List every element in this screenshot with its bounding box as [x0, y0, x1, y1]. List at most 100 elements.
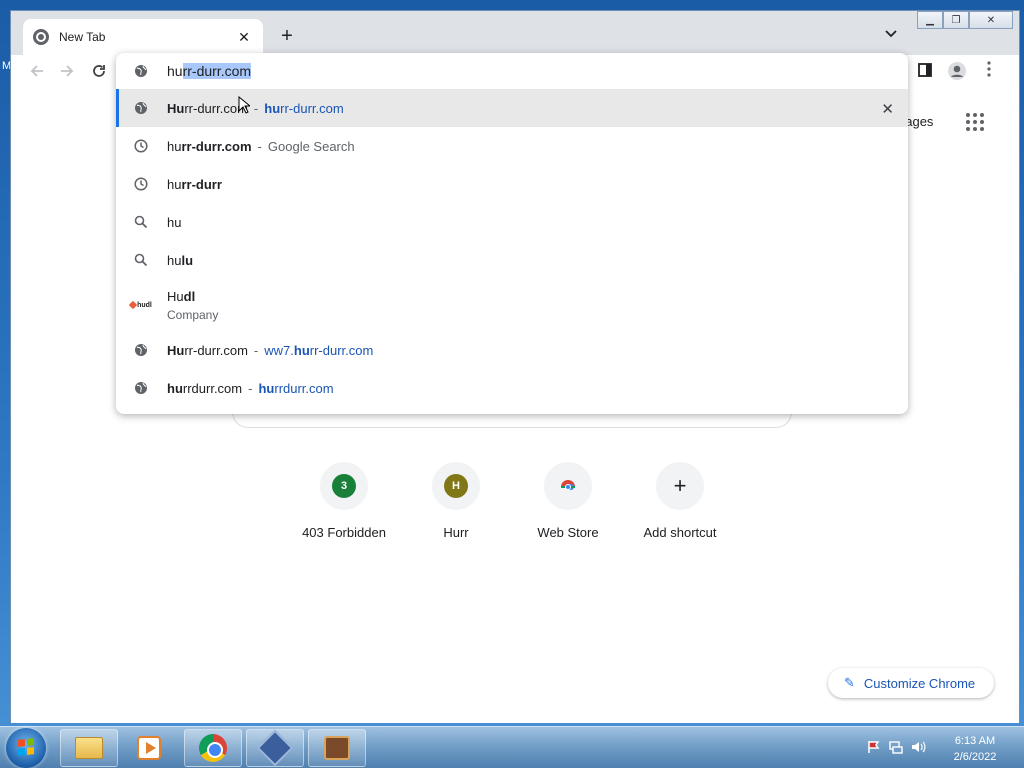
- omnibox-suggestion[interactable]: hulu: [116, 241, 908, 279]
- new-tab-button[interactable]: +: [275, 25, 299, 49]
- separator: -: [253, 342, 259, 358]
- separator: -: [253, 100, 259, 116]
- suggestion-text: hurr-durr.com - Google Search: [167, 139, 355, 154]
- apps-grid-icon[interactable]: [966, 113, 984, 131]
- suggestion-title: hurr-durr.com - Google Search: [167, 139, 355, 154]
- omnibox-suggestion[interactable]: hudl Hudl Company: [116, 279, 908, 331]
- omnibox-suggestion[interactable]: hurr-durr: [116, 165, 908, 203]
- start-button[interactable]: [6, 728, 46, 768]
- suggestion-text: Hurr-durr.com - ww7.hurr-durr.com: [167, 343, 373, 358]
- add-shortcut-plus-icon: +: [673, 473, 687, 498]
- taskbar-clock[interactable]: 6:13 AM 2/6/2022: [940, 733, 1010, 765]
- customize-chrome-button[interactable]: ✎ Customize Chrome: [828, 668, 994, 698]
- window-controls: ▁ ❐ ✕: [917, 11, 1013, 29]
- omnibox-suggestion[interactable]: hurr-durr.com - Google Search: [116, 127, 908, 165]
- typed-text: hu: [167, 63, 183, 79]
- address-bar-input[interactable]: hurr-durr.com: [167, 63, 252, 79]
- title-bold: hu: [167, 380, 183, 396]
- tab-new-tab[interactable]: New Tab ✕: [23, 19, 263, 55]
- url-rest: rr-durr.com: [280, 100, 344, 116]
- forward-button[interactable]: [55, 61, 79, 85]
- taskbar-virtualbox[interactable]: [246, 729, 304, 767]
- network-icon[interactable]: [888, 739, 904, 755]
- web-store-icon: [559, 475, 577, 498]
- action-center-flag-icon[interactable]: [866, 739, 882, 755]
- url-rest: rrdurr.com: [274, 380, 334, 396]
- shortcuts-grid: 3 403 Forbidden H Hurr Web Store + Add shortcu…: [288, 462, 736, 540]
- title-bold: dl: [183, 288, 196, 304]
- tab-search-button[interactable]: [885, 27, 897, 41]
- suggestion-url: hurrdurr.com: [258, 381, 333, 396]
- hudl-logo-mark: hudl: [128, 300, 152, 310]
- reload-button[interactable]: [87, 61, 111, 85]
- title-bold: rr-durr.com: [181, 138, 252, 154]
- network-app-icon: [324, 736, 350, 760]
- globe-icon: [134, 101, 148, 115]
- suggestion-suffix: Google Search: [267, 138, 355, 154]
- windows-taskbar: 6:13 AM 2/6/2022: [0, 726, 1024, 768]
- remove-suggestion-icon[interactable]: ✕: [881, 100, 894, 118]
- omnibox-suggestion[interactable]: Hu rr-durr.com - hurr-durr.com ✕: [116, 89, 908, 127]
- customize-chrome-label: Customize Chrome: [863, 675, 976, 691]
- maximize-button[interactable]: ❐: [943, 11, 969, 29]
- shortcut-label: Add shortcut: [643, 525, 717, 540]
- search-icon: [134, 253, 148, 267]
- tab-close-icon[interactable]: ✕: [235, 29, 253, 46]
- title-rest: rr-durr.com: [184, 342, 248, 358]
- url-bold: hu: [293, 342, 310, 358]
- title-bold: Hu: [167, 342, 185, 358]
- url-bold: hu: [264, 100, 281, 116]
- shortcut-icon-circle: 3: [320, 462, 368, 510]
- globe-icon: [134, 343, 148, 357]
- shortcut-tile[interactable]: + Add shortcut: [624, 462, 736, 540]
- clock-icon: [134, 177, 148, 191]
- profile-avatar-icon[interactable]: [945, 61, 969, 85]
- title-bold: Hu: [167, 100, 185, 116]
- virtualbox-icon: [256, 729, 294, 767]
- shortcut-icon-circle: +: [656, 462, 704, 510]
- back-button[interactable]: [25, 61, 49, 85]
- hudl-logo-icon: hudl: [128, 298, 152, 312]
- chrome-favicon-icon: [33, 29, 49, 45]
- suggestion-list: Hurr-durr.com - hurr-durr.com ✕ hurr-durr.co…: [116, 89, 908, 407]
- suggestion-url: ww7.hurr-durr.com: [264, 343, 373, 358]
- separator: -: [257, 138, 262, 154]
- side-panel-icon[interactable]: [913, 61, 937, 85]
- windows-logo-icon: [18, 738, 34, 756]
- suggestion-url: hurr-durr.com: [264, 101, 343, 116]
- suggestion-subtitle: Company: [167, 307, 219, 322]
- suggestion-title: Hudl: [167, 289, 218, 304]
- omnibox-suggestion[interactable]: Hurr-durr.com - ww7.hurr-durr.com: [116, 331, 908, 369]
- globe-icon: [134, 64, 148, 78]
- shortcut-tile[interactable]: 3 403 Forbidden: [288, 462, 400, 540]
- taskbar-media-player[interactable]: [120, 729, 178, 767]
- search-icon: [134, 215, 148, 229]
- omnibox-input-row[interactable]: hurr-durr.com: [116, 53, 908, 89]
- suggestion-title: hurr-durr: [167, 177, 222, 192]
- shortcut-icon-circle: [544, 462, 592, 510]
- clock-time: 6:13 AM: [954, 735, 996, 747]
- title-rest: rrdurr.com: [182, 380, 243, 396]
- taskbar-explorer[interactable]: [60, 729, 118, 767]
- shortcut-label: 403 Forbidden: [302, 525, 386, 540]
- minimize-button[interactable]: ▁: [917, 11, 943, 29]
- taskbar-chrome[interactable]: [184, 729, 242, 767]
- menu-kebab-icon[interactable]: [977, 61, 1001, 85]
- shortcut-letter-icon: 3: [332, 474, 356, 498]
- suggestion-text: hulu: [167, 253, 193, 268]
- omnibox-suggestion[interactable]: hurrdurr.com - hurrdurr.com: [116, 369, 908, 407]
- title-prefix: hu: [167, 138, 182, 154]
- separator: -: [248, 380, 253, 396]
- suggestion-text: hurr-durr: [167, 177, 222, 192]
- suggestion-text: Hudl Company: [167, 289, 218, 322]
- close-window-button[interactable]: ✕: [969, 11, 1013, 29]
- volume-icon[interactable]: [910, 739, 926, 755]
- omnibox-suggestion[interactable]: hu: [116, 203, 908, 241]
- shortcut-icon-circle: H: [432, 462, 480, 510]
- shortcut-tile[interactable]: H Hurr: [400, 462, 512, 540]
- shortcut-tile[interactable]: Web Store: [512, 462, 624, 540]
- pencil-icon: ✎: [844, 675, 855, 690]
- suggestion-title: hurrdurr.com - hurrdurr.com: [167, 381, 334, 396]
- url-rest: rr-durr.com: [309, 342, 374, 358]
- taskbar-network-app[interactable]: [308, 729, 366, 767]
